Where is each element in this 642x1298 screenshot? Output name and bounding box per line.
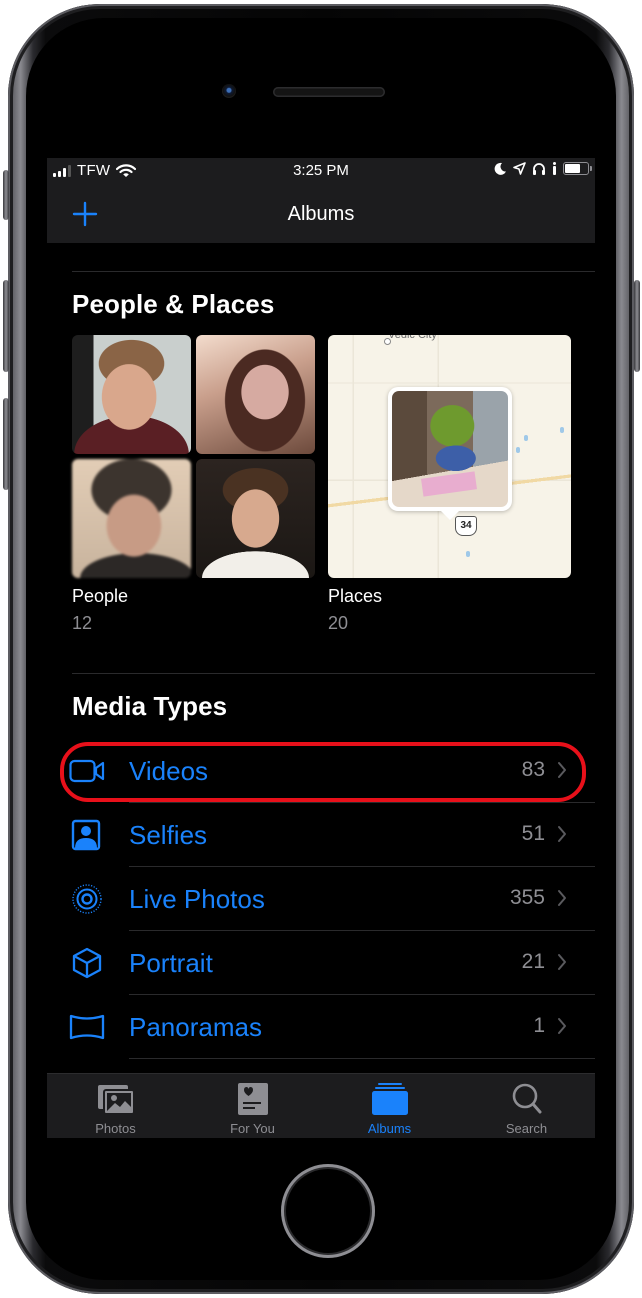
chevron-right-icon: [558, 1018, 566, 1034]
front-camera: [222, 84, 236, 98]
media-types-heading: Media Types: [72, 691, 228, 721]
tab-bar: Photos For You Albums Search: [47, 1073, 595, 1138]
people-album-count: 12: [72, 613, 93, 633]
status-bar: TFW 3:25 PM: [47, 158, 595, 184]
places-album-count: 20: [328, 613, 349, 633]
selfie-portrait-icon: [71, 819, 101, 851]
media-label: Live Photos: [129, 884, 265, 914]
panorama-icon: [69, 1014, 105, 1040]
moon-icon: [494, 162, 506, 175]
plant-photo-thumbnail: [392, 391, 508, 507]
live-photo-icon: [72, 884, 102, 914]
map-city-label: Vedic City: [388, 335, 437, 341]
albums-content: People & Places People 12 Vedic City 34 …: [47, 243, 595, 1073]
chevron-right-icon: [558, 954, 566, 970]
mute-switch[interactable]: [3, 170, 9, 220]
people-album-label[interactable]: People: [72, 586, 128, 607]
media-count: 355: [509, 886, 545, 909]
cube-icon: [72, 947, 102, 979]
places-album-label[interactable]: Places: [328, 586, 382, 607]
albums-icon: [371, 1083, 408, 1115]
earpiece-speaker: [273, 87, 385, 97]
person-face-2: [196, 335, 315, 454]
media-count: 51: [521, 822, 545, 845]
section-divider: [72, 673, 595, 674]
chevron-right-icon: [558, 762, 566, 778]
media-label: Selfies: [129, 820, 208, 850]
map-water: [516, 447, 520, 453]
for-you-icon: [237, 1083, 268, 1115]
tab-label: Albums: [367, 1121, 412, 1136]
headphones-icon: [533, 163, 545, 175]
people-album-thumbnail[interactable]: [72, 335, 315, 578]
row-divider: [129, 1058, 595, 1059]
navigation-bar: Albums: [47, 184, 595, 243]
route-shield: 34: [455, 516, 477, 536]
chevron-right-icon: [558, 890, 566, 906]
chevron-right-icon: [558, 826, 566, 842]
tab-albums[interactable]: Albums: [321, 1074, 458, 1138]
volume-up-button[interactable]: [3, 280, 9, 372]
media-label: Portrait: [129, 948, 213, 978]
media-row-panoramas[interactable]: Panoramas 1: [47, 995, 595, 1059]
media-count: 1: [533, 1014, 545, 1037]
media-label: Panoramas: [129, 1012, 262, 1042]
tab-label: Search: [505, 1121, 548, 1136]
video-camera-icon: [69, 759, 105, 783]
map-water: [560, 427, 564, 433]
volume-down-button[interactable]: [3, 398, 9, 490]
media-count: 83: [521, 758, 545, 781]
power-button[interactable]: [634, 280, 640, 372]
tab-label: For You: [230, 1121, 275, 1136]
media-row-videos[interactable]: Videos 83: [47, 739, 595, 803]
media-row-live-photos[interactable]: Live Photos 355: [47, 867, 595, 931]
media-row-selfies[interactable]: Selfies 51: [47, 803, 595, 867]
tab-for-you[interactable]: For You: [184, 1074, 321, 1138]
battery-icon: [563, 162, 592, 175]
photos-icon: [97, 1085, 135, 1115]
screen: TFW 3:25 PM Albums People & Places Peopl…: [47, 158, 595, 1138]
tab-label: Photos: [95, 1121, 136, 1136]
media-count: 21: [521, 950, 545, 973]
media-label: Videos: [129, 756, 209, 786]
map-water: [524, 435, 528, 441]
tab-photos[interactable]: Photos: [47, 1074, 184, 1138]
search-icon: [512, 1083, 541, 1114]
map-water: [466, 551, 470, 557]
person-face-3: [72, 459, 191, 578]
section-divider: [72, 271, 595, 272]
people-places-heading: People & Places: [72, 289, 275, 319]
person-face-1: [72, 335, 191, 454]
rotation-lock-icon: [553, 162, 556, 175]
tab-search[interactable]: Search: [458, 1074, 595, 1138]
location-arrow-icon: [513, 162, 526, 175]
person-face-4: [196, 459, 315, 578]
media-row-portrait[interactable]: Portrait 21: [47, 931, 595, 995]
home-button[interactable]: [281, 1164, 375, 1258]
page-title: Albums: [287, 203, 355, 225]
places-album-map[interactable]: Vedic City 34: [328, 335, 571, 578]
map-photo-pin[interactable]: [388, 387, 512, 520]
